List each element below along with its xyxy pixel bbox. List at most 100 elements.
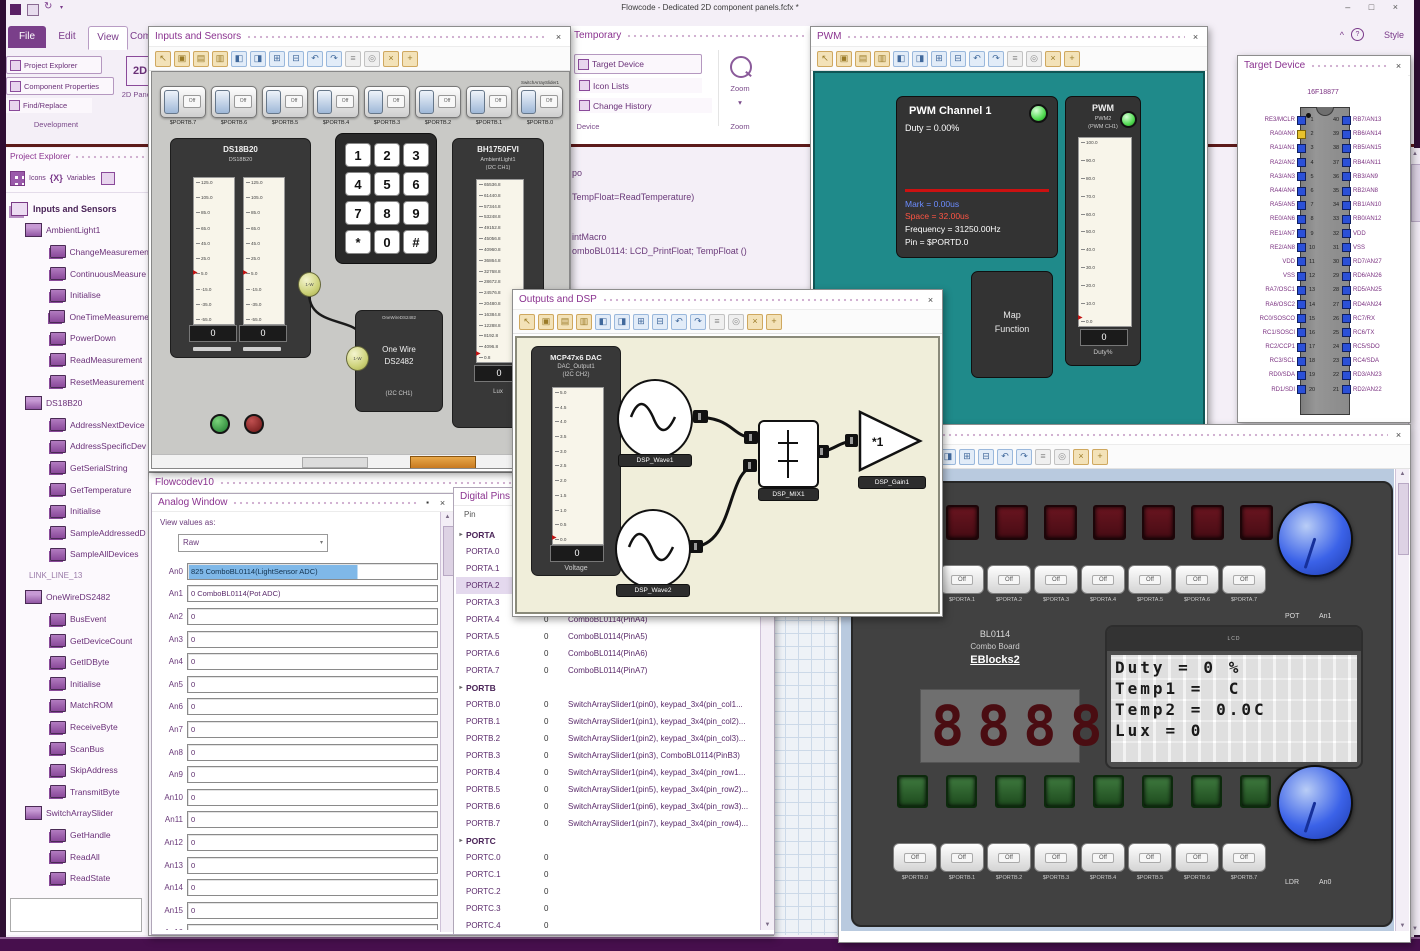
close-icon[interactable] (1393, 430, 1404, 440)
toggle-switch[interactable]: Off $PORTB.1 (466, 80, 512, 126)
switch-slider[interactable] (317, 90, 332, 114)
chip-pin-row[interactable]: RC2/CCP1 17 (1240, 340, 1318, 354)
inputs-horizontal-scrollbar[interactable] (152, 454, 569, 468)
expand-arrow-icon[interactable]: ▸ (456, 531, 466, 538)
board-scrollbar[interactable]: ▲ ▼ (1395, 469, 1409, 931)
chip-pin-row[interactable]: 36 RB3/AN9 (1330, 170, 1408, 184)
tab-file[interactable]: File (8, 26, 46, 48)
toggle-switch[interactable]: Off $PORTB.2 (415, 80, 461, 126)
analog-value-field[interactable]: 0 (187, 788, 438, 806)
chip-pin-row[interactable]: VSS 12 (1240, 269, 1318, 283)
analog-value-field[interactable]: 0 (187, 856, 438, 874)
undo-icon[interactable]: ↶ (671, 313, 687, 330)
digital-pin-row[interactable]: PORTB.1 0 SwitchArraySlider1(pin1), keyp… (456, 713, 758, 730)
paste-icon[interactable]: ▥ (576, 313, 592, 330)
change-history-toggle[interactable]: Change History (576, 98, 712, 113)
expand-arrow-icon[interactable]: ▸ (456, 684, 466, 691)
onewire-node-icon[interactable]: 1-W (346, 346, 369, 371)
tree-item[interactable]: SkipAddress (8, 759, 148, 781)
remove-component-icon[interactable]: ⊟ (978, 448, 994, 465)
tree-item[interactable]: Initialise (8, 500, 148, 522)
collapse-ribbon-icon[interactable]: ^ (1340, 30, 1344, 40)
analog-value-field[interactable]: 0 ComboBL0114(Pot ADC) (187, 585, 438, 603)
digital-pin-row[interactable]: ▸ PORTB (456, 679, 758, 696)
project-explorer-button[interactable]: Project Explorer (6, 56, 102, 74)
multi-select-icon[interactable]: ▣ (836, 50, 852, 67)
select-icon[interactable]: ↖ (817, 50, 833, 67)
toggle-switch[interactable]: Off $PORTB.7 (160, 80, 206, 126)
add-component-icon[interactable]: ⊞ (269, 50, 285, 67)
select-icon[interactable]: ↖ (155, 50, 171, 67)
tree-item[interactable]: BusEvent (8, 608, 148, 630)
analog-value-field[interactable]: 0 (187, 720, 438, 738)
minimize-icon[interactable] (423, 498, 432, 507)
analog-value-field[interactable]: 0 (187, 811, 438, 829)
tree-item[interactable]: SampleAddressedD (8, 522, 148, 544)
tree-item[interactable]: Initialise (8, 284, 148, 306)
flip-vertical-icon[interactable]: ◨ (912, 50, 928, 67)
new-icon[interactable]: + (766, 313, 782, 330)
chip-pin-row[interactable]: RC0/SOSCO 15 (1240, 312, 1318, 326)
flip-horizontal-icon[interactable]: ◧ (893, 50, 909, 67)
properties-icon[interactable]: ≡ (1007, 50, 1023, 67)
undo-icon[interactable]: ↶ (969, 50, 985, 67)
properties-icon[interactable]: ≡ (709, 313, 725, 330)
tree-item[interactable]: ContinuousMeasure (8, 263, 148, 285)
add-component-icon[interactable]: ⊞ (959, 448, 975, 465)
properties-icon[interactable]: ≡ (1035, 448, 1051, 465)
chip-pin-row[interactable]: 37 RB4/AN11 (1330, 156, 1408, 170)
close-icon[interactable] (553, 32, 564, 42)
toggle-switch[interactable]: Off $PORTB.5 (262, 80, 308, 126)
tree-item[interactable]: OneTimeMeasureme (8, 306, 148, 328)
tree-item[interactable]: ReadMeasurement (8, 349, 148, 371)
close-icon[interactable] (437, 498, 448, 508)
switch-slider[interactable] (266, 90, 281, 114)
help-icon[interactable]: ? (1351, 28, 1364, 41)
redo-icon[interactable]: ↷ (988, 50, 1004, 67)
copy-icon[interactable]: ▤ (193, 50, 209, 67)
redo-icon[interactable]: ↷ (690, 313, 706, 330)
delete-icon[interactable]: × (383, 50, 399, 67)
paste-icon[interactable]: ▥ (212, 50, 228, 67)
chip-pin-row[interactable]: RA0/AN0 2 (1240, 127, 1318, 141)
tree-item[interactable]: GetSerialString (8, 457, 148, 479)
delete-icon[interactable]: × (1073, 448, 1089, 465)
add-component-icon[interactable]: ⊞ (633, 313, 649, 330)
tab-view[interactable]: View (88, 26, 128, 50)
copy-icon[interactable]: ▤ (855, 50, 871, 67)
tree-item[interactable]: AddressNextDevice (8, 414, 148, 436)
add-component-icon[interactable]: ⊞ (931, 50, 947, 67)
chip-pin-row[interactable]: 28 RD5/AN25 (1330, 283, 1408, 297)
switch-slider[interactable] (470, 90, 485, 114)
analog-scrollbar[interactable]: ▲ (440, 512, 454, 932)
dac-block[interactable]: MCP47x6 DAC DAC_Output1 (I2C CH2) 5.0 4.5… (531, 346, 621, 576)
chip-pin-row[interactable]: RE0/AN6 8 (1240, 212, 1318, 226)
expand-arrow-icon[interactable]: ▸ (456, 837, 466, 844)
chip-pin-row[interactable]: 38 RB5/AN15 (1330, 141, 1408, 155)
digital-pin-row[interactable]: PORTA.6 0 ComboBL0114(PinA6) (456, 645, 758, 662)
multi-select-icon[interactable]: ▣ (538, 313, 554, 330)
chip-pin-row[interactable]: RD1/SDI 20 (1240, 383, 1318, 397)
pwm-channel1-block[interactable]: PWM Channel 1 Duty = 0.00% Mark = 0.00us… (896, 96, 1058, 258)
chip-pin-row[interactable]: RE2/AN8 10 (1240, 241, 1318, 255)
new-icon[interactable]: + (402, 50, 418, 67)
chip-pin-row[interactable]: RA7/OSC1 13 (1240, 283, 1318, 297)
chip-pin-row[interactable]: 23 RC4/SDA (1330, 354, 1408, 368)
chip-pin-row[interactable]: 21 RD2/AN22 (1330, 383, 1408, 397)
ldr-knob[interactable] (1277, 765, 1353, 841)
board-switch[interactable]: Off $PORTB.2 (987, 843, 1031, 881)
flip-horizontal-icon[interactable]: ◧ (595, 313, 611, 330)
chip-pin-row[interactable]: 27 RD4/AN24 (1330, 297, 1408, 311)
board-switch[interactable]: Off $PORTA.1 (940, 565, 984, 603)
tree-item[interactable]: ReceiveByte (8, 716, 148, 738)
chip-pin-row[interactable]: 31 VSS (1330, 241, 1408, 255)
onewire-node-icon[interactable]: 1-W (298, 272, 321, 297)
analog-value-field[interactable]: 0 (187, 924, 438, 930)
analog-value-field[interactable]: 0 (187, 698, 438, 716)
remove-component-icon[interactable]: ⊟ (288, 50, 304, 67)
dsp-wave2-block[interactable] (615, 509, 691, 589)
delete-icon[interactable]: × (747, 313, 763, 330)
digital-pin-row[interactable]: PORTB.6 0 SwitchArraySlider1(pin6), keyp… (456, 798, 758, 815)
icons-grid-icon[interactable] (10, 170, 25, 186)
keypad-key[interactable]: 8 (374, 201, 400, 225)
